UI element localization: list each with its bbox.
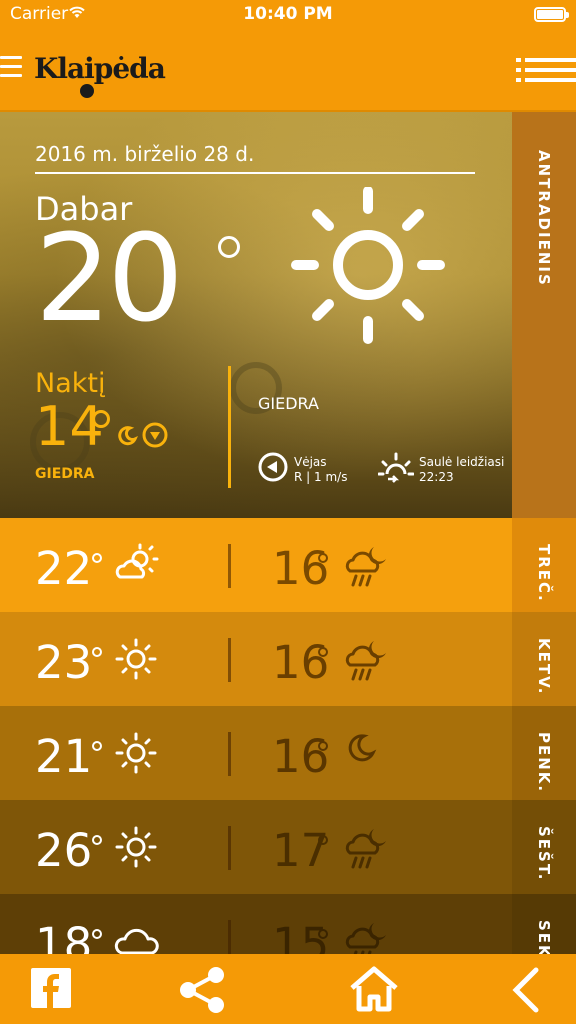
row-divider bbox=[228, 638, 231, 682]
day-temperature: 18 bbox=[35, 918, 93, 954]
partly-cloudy-icon bbox=[114, 543, 160, 591]
weekday-label: ŠEŠT. bbox=[535, 826, 553, 882]
day-temperature: 21 bbox=[35, 730, 93, 783]
moon-icon bbox=[344, 731, 378, 769]
wind-value: R | 1 m/s bbox=[294, 470, 348, 484]
degree-symbol bbox=[318, 835, 328, 845]
forecast-row[interactable]: 26 17 bbox=[0, 800, 512, 894]
status-bar: Carrier 10:40 PM bbox=[0, 0, 576, 28]
day-tab[interactable]: KETV. bbox=[512, 612, 576, 706]
sun-icon bbox=[114, 731, 158, 779]
degree-symbol bbox=[92, 741, 102, 751]
degree-symbol bbox=[92, 929, 102, 939]
forecast-row[interactable]: 22 16 bbox=[0, 518, 512, 612]
vertical-divider bbox=[228, 366, 231, 488]
moon-icon bbox=[116, 424, 139, 450]
degree-symbol bbox=[92, 647, 102, 657]
day-temperature: 22 bbox=[35, 542, 93, 595]
back-icon[interactable] bbox=[508, 966, 542, 1018]
day-tab-today[interactable]: ANTRADIENIS bbox=[512, 112, 576, 518]
day-tab[interactable]: SEK. bbox=[512, 894, 576, 954]
cloud-moon-rain-icon bbox=[344, 919, 392, 954]
wind-direction-icon bbox=[258, 452, 288, 486]
battery-icon bbox=[534, 7, 569, 22]
clock: 10:40 PM bbox=[243, 4, 333, 24]
row-divider bbox=[228, 732, 231, 776]
date-divider bbox=[35, 172, 475, 174]
home-icon[interactable] bbox=[349, 966, 399, 1016]
degree-symbol bbox=[92, 553, 102, 563]
sunset-label: Saulė leidžiasi bbox=[419, 455, 505, 469]
day-tab[interactable]: TREČ. bbox=[512, 518, 576, 612]
share-icon[interactable] bbox=[176, 966, 228, 1018]
sunset-icon bbox=[377, 452, 415, 488]
current-date: 2016 m. birželio 28 d. bbox=[35, 142, 255, 166]
sun-icon bbox=[290, 186, 450, 351]
sun-icon bbox=[114, 825, 158, 873]
cloud-icon bbox=[114, 919, 160, 954]
weekday-label: TREČ. bbox=[535, 544, 553, 603]
cloud-moon-rain-icon bbox=[344, 543, 392, 593]
app-logo[interactable]: Klaipėda bbox=[34, 52, 166, 85]
weekday-label: SEK. bbox=[535, 920, 553, 954]
hamburger-menu-icon[interactable] bbox=[0, 56, 22, 78]
forecast-row[interactable]: 21 16 bbox=[0, 706, 512, 800]
night-temperature: 14 bbox=[35, 395, 104, 458]
sunset-time: 22:23 bbox=[419, 470, 454, 484]
forecast-row[interactable]: 23 16 bbox=[0, 612, 512, 706]
current-temperature: 20 bbox=[35, 210, 184, 349]
weekday-label: PENK. bbox=[535, 732, 553, 794]
degree-symbol bbox=[92, 835, 102, 845]
degree-symbol bbox=[318, 647, 328, 657]
row-divider bbox=[228, 544, 231, 588]
degree-symbol bbox=[318, 929, 328, 939]
app-header: Klaipėda bbox=[0, 28, 576, 112]
weekday-label: ANTRADIENIS bbox=[535, 150, 553, 287]
forecast-row[interactable]: 18 15 bbox=[0, 894, 512, 954]
degree-symbol bbox=[318, 553, 328, 563]
day-temperature: 26 bbox=[35, 824, 93, 877]
wind-direction-icon bbox=[142, 422, 168, 452]
row-divider bbox=[228, 826, 231, 870]
weather-condition: GIEDRA bbox=[258, 394, 319, 413]
cloud-moon-rain-icon bbox=[344, 637, 392, 687]
today-weather-panel: 2016 m. birželio 28 d. Dabar 20 Naktį 14… bbox=[0, 112, 512, 518]
day-tab[interactable]: ŠEŠT. bbox=[512, 800, 576, 894]
night-condition: GIEDRA bbox=[35, 466, 95, 482]
weekday-label: KETV. bbox=[535, 638, 553, 696]
sun-icon bbox=[114, 637, 158, 685]
bottom-navigation bbox=[0, 954, 576, 1024]
degree-symbol bbox=[218, 236, 240, 258]
day-temperature: 23 bbox=[35, 636, 93, 689]
list-menu-icon[interactable] bbox=[516, 58, 576, 84]
degree-symbol bbox=[318, 741, 328, 751]
row-divider bbox=[228, 920, 231, 954]
cloud-moon-rain-icon bbox=[344, 825, 392, 875]
logo-emblem-icon bbox=[80, 84, 94, 98]
facebook-icon[interactable] bbox=[31, 968, 71, 1008]
day-tab[interactable]: PENK. bbox=[512, 706, 576, 800]
wind-label: Vėjas bbox=[294, 455, 327, 469]
degree-symbol bbox=[92, 410, 110, 428]
